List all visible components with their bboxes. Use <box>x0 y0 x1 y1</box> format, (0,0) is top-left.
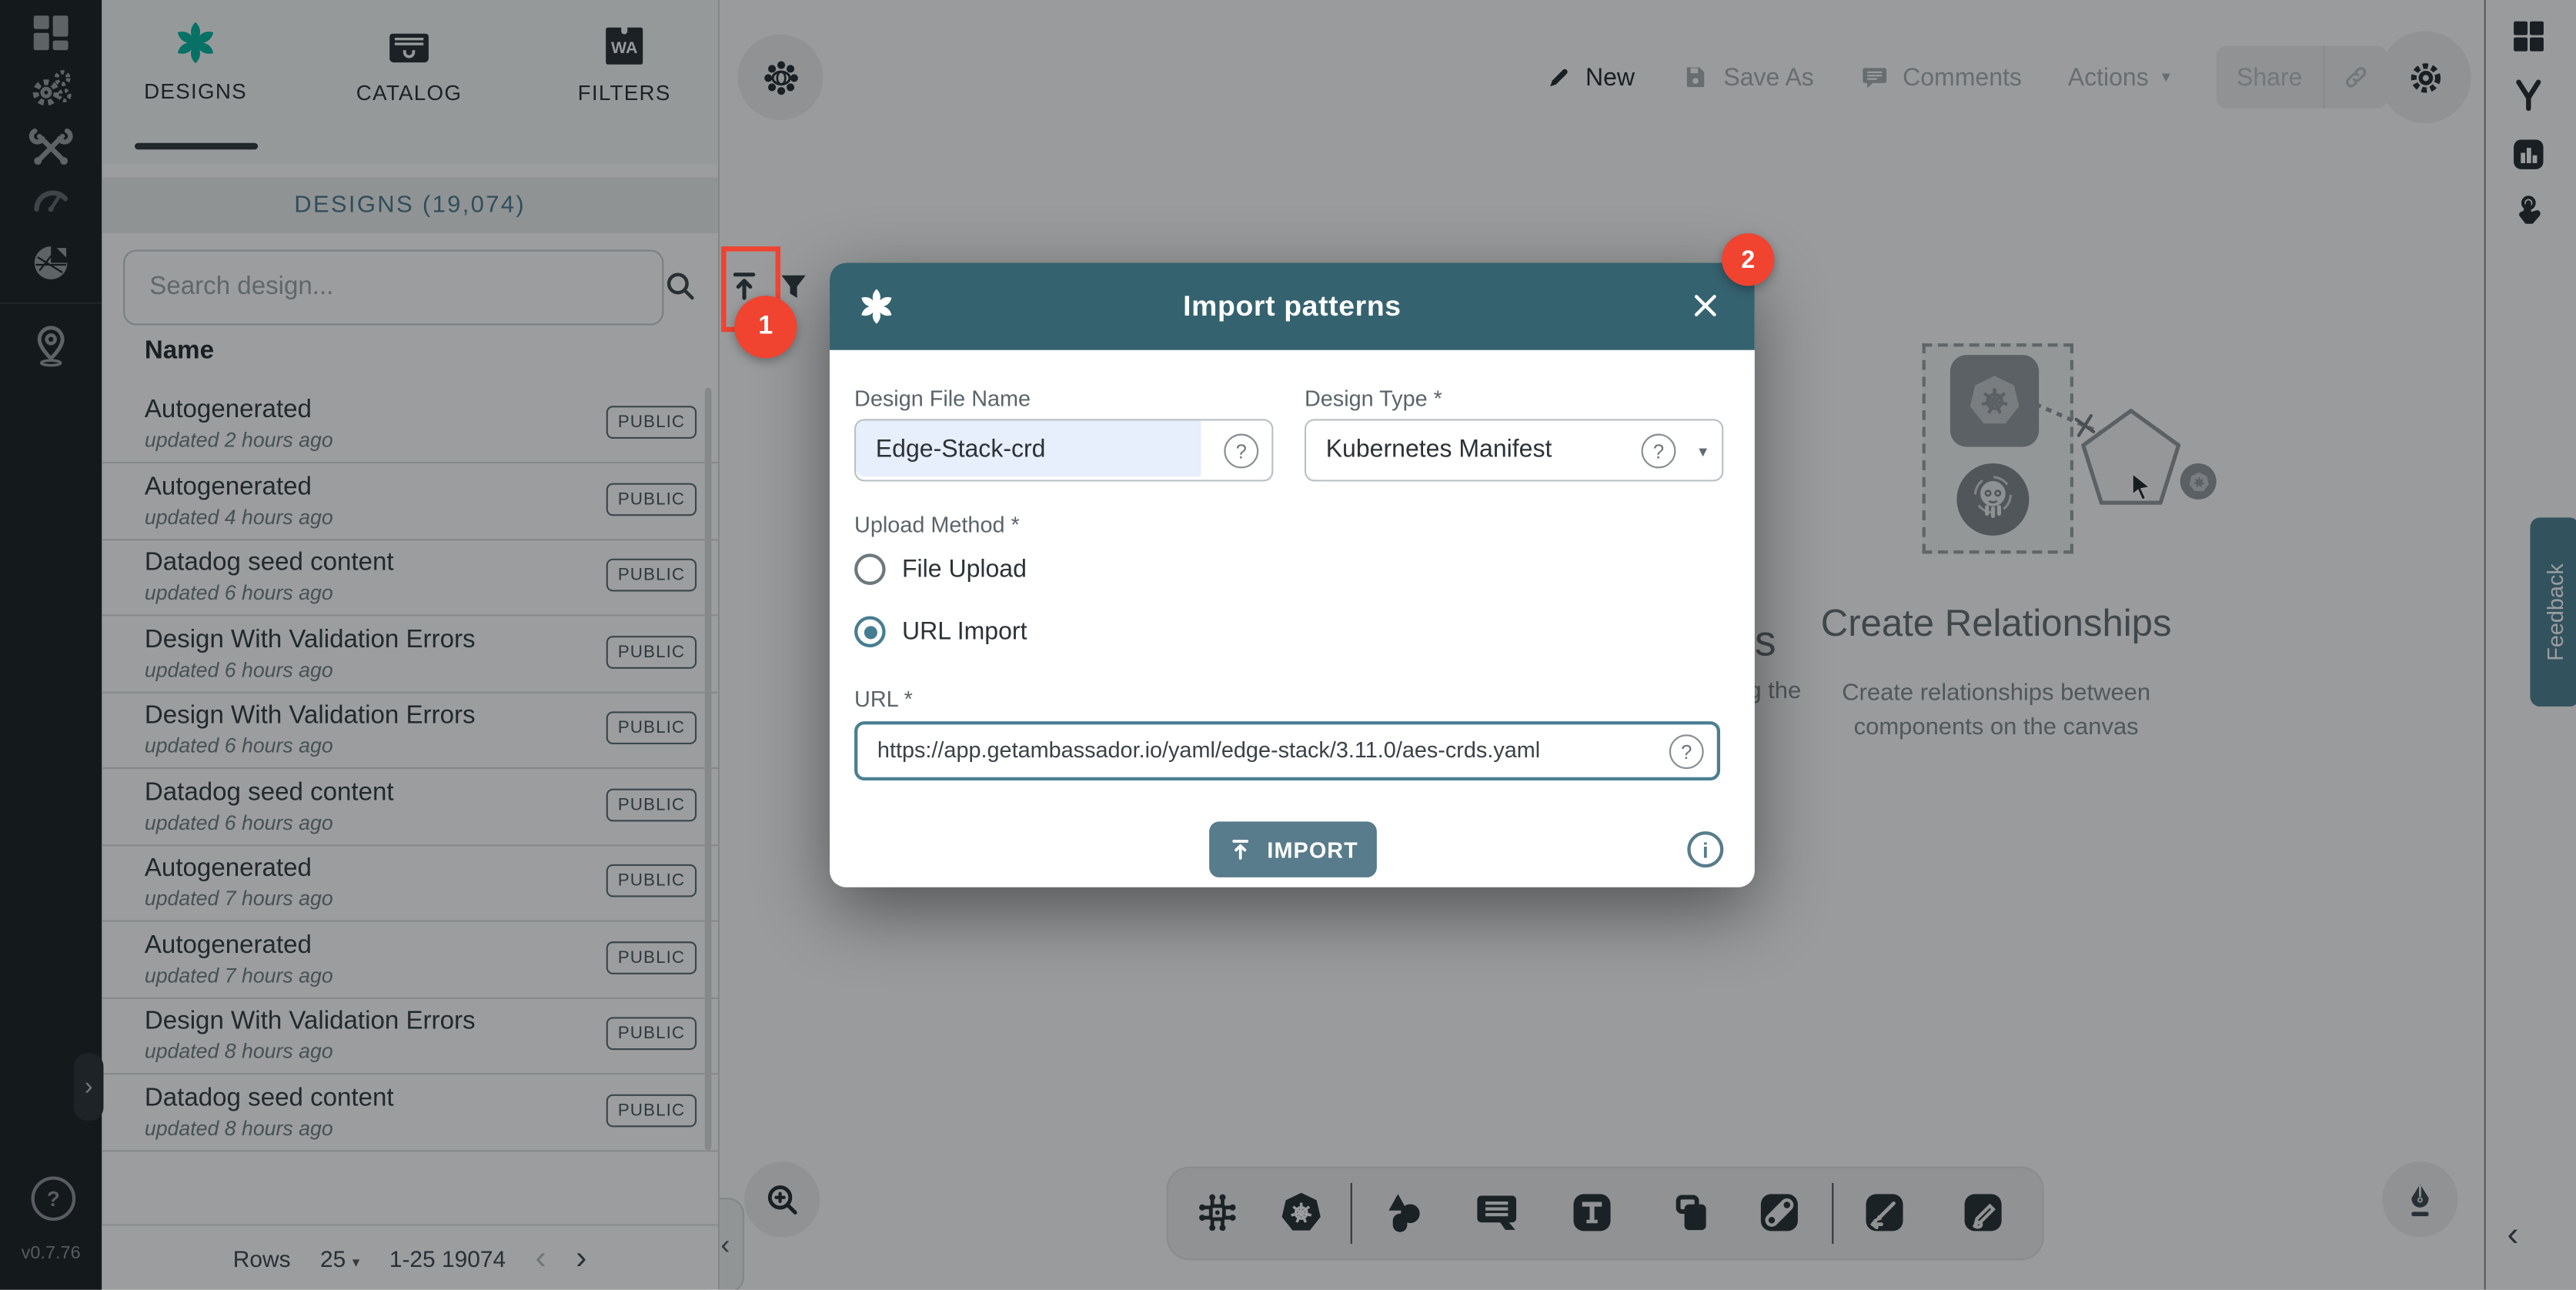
upload-icon <box>1228 837 1254 863</box>
file-upload-radio[interactable] <box>854 553 886 585</box>
url-value[interactable]: https://app.getambassador.io/yaml/edge-s… <box>877 737 1540 762</box>
help-icon[interactable]: ? <box>1224 434 1258 469</box>
upload-method-label: Upload Method * <box>854 513 1020 537</box>
caret-down-icon[interactable]: ▾ <box>1699 443 1707 461</box>
annotation-step-1: 1 <box>734 296 797 358</box>
design-type-value: Kubernetes Manifest <box>1326 436 1552 463</box>
design-file-name-label: Design File Name <box>854 386 1031 411</box>
design-type-select[interactable]: Kubernetes Manifest ? ▾ <box>1305 419 1723 481</box>
annotation-step-2: 2 <box>1722 233 1774 286</box>
meshery-app: ? v0.7.76 › DESIGNS CATALOG FILTERS DESI… <box>0 0 2576 1290</box>
design-file-name-field[interactable]: Edge-Stack-crd ? <box>854 419 1273 481</box>
url-label: URL * <box>854 687 913 711</box>
url-import-label[interactable]: URL Import <box>902 618 1027 646</box>
url-input[interactable]: https://app.getambassador.io/yaml/edge-s… <box>854 721 1720 780</box>
import-button[interactable]: IMPORT <box>1209 821 1377 877</box>
design-type-label: Design Type * <box>1305 386 1442 411</box>
help-icon[interactable]: ? <box>1642 434 1676 469</box>
info-icon[interactable]: i <box>1687 831 1723 867</box>
import-patterns-modal: Import patterns Design File Name Design … <box>830 263 1755 887</box>
file-upload-label[interactable]: File Upload <box>902 556 1027 583</box>
design-file-name-value[interactable]: Edge-Stack-crd <box>876 436 1046 463</box>
help-icon[interactable]: ? <box>1669 734 1704 769</box>
modal-title: Import patterns <box>830 289 1755 324</box>
url-import-radio[interactable] <box>854 617 886 648</box>
close-icon[interactable] <box>1687 288 1723 324</box>
